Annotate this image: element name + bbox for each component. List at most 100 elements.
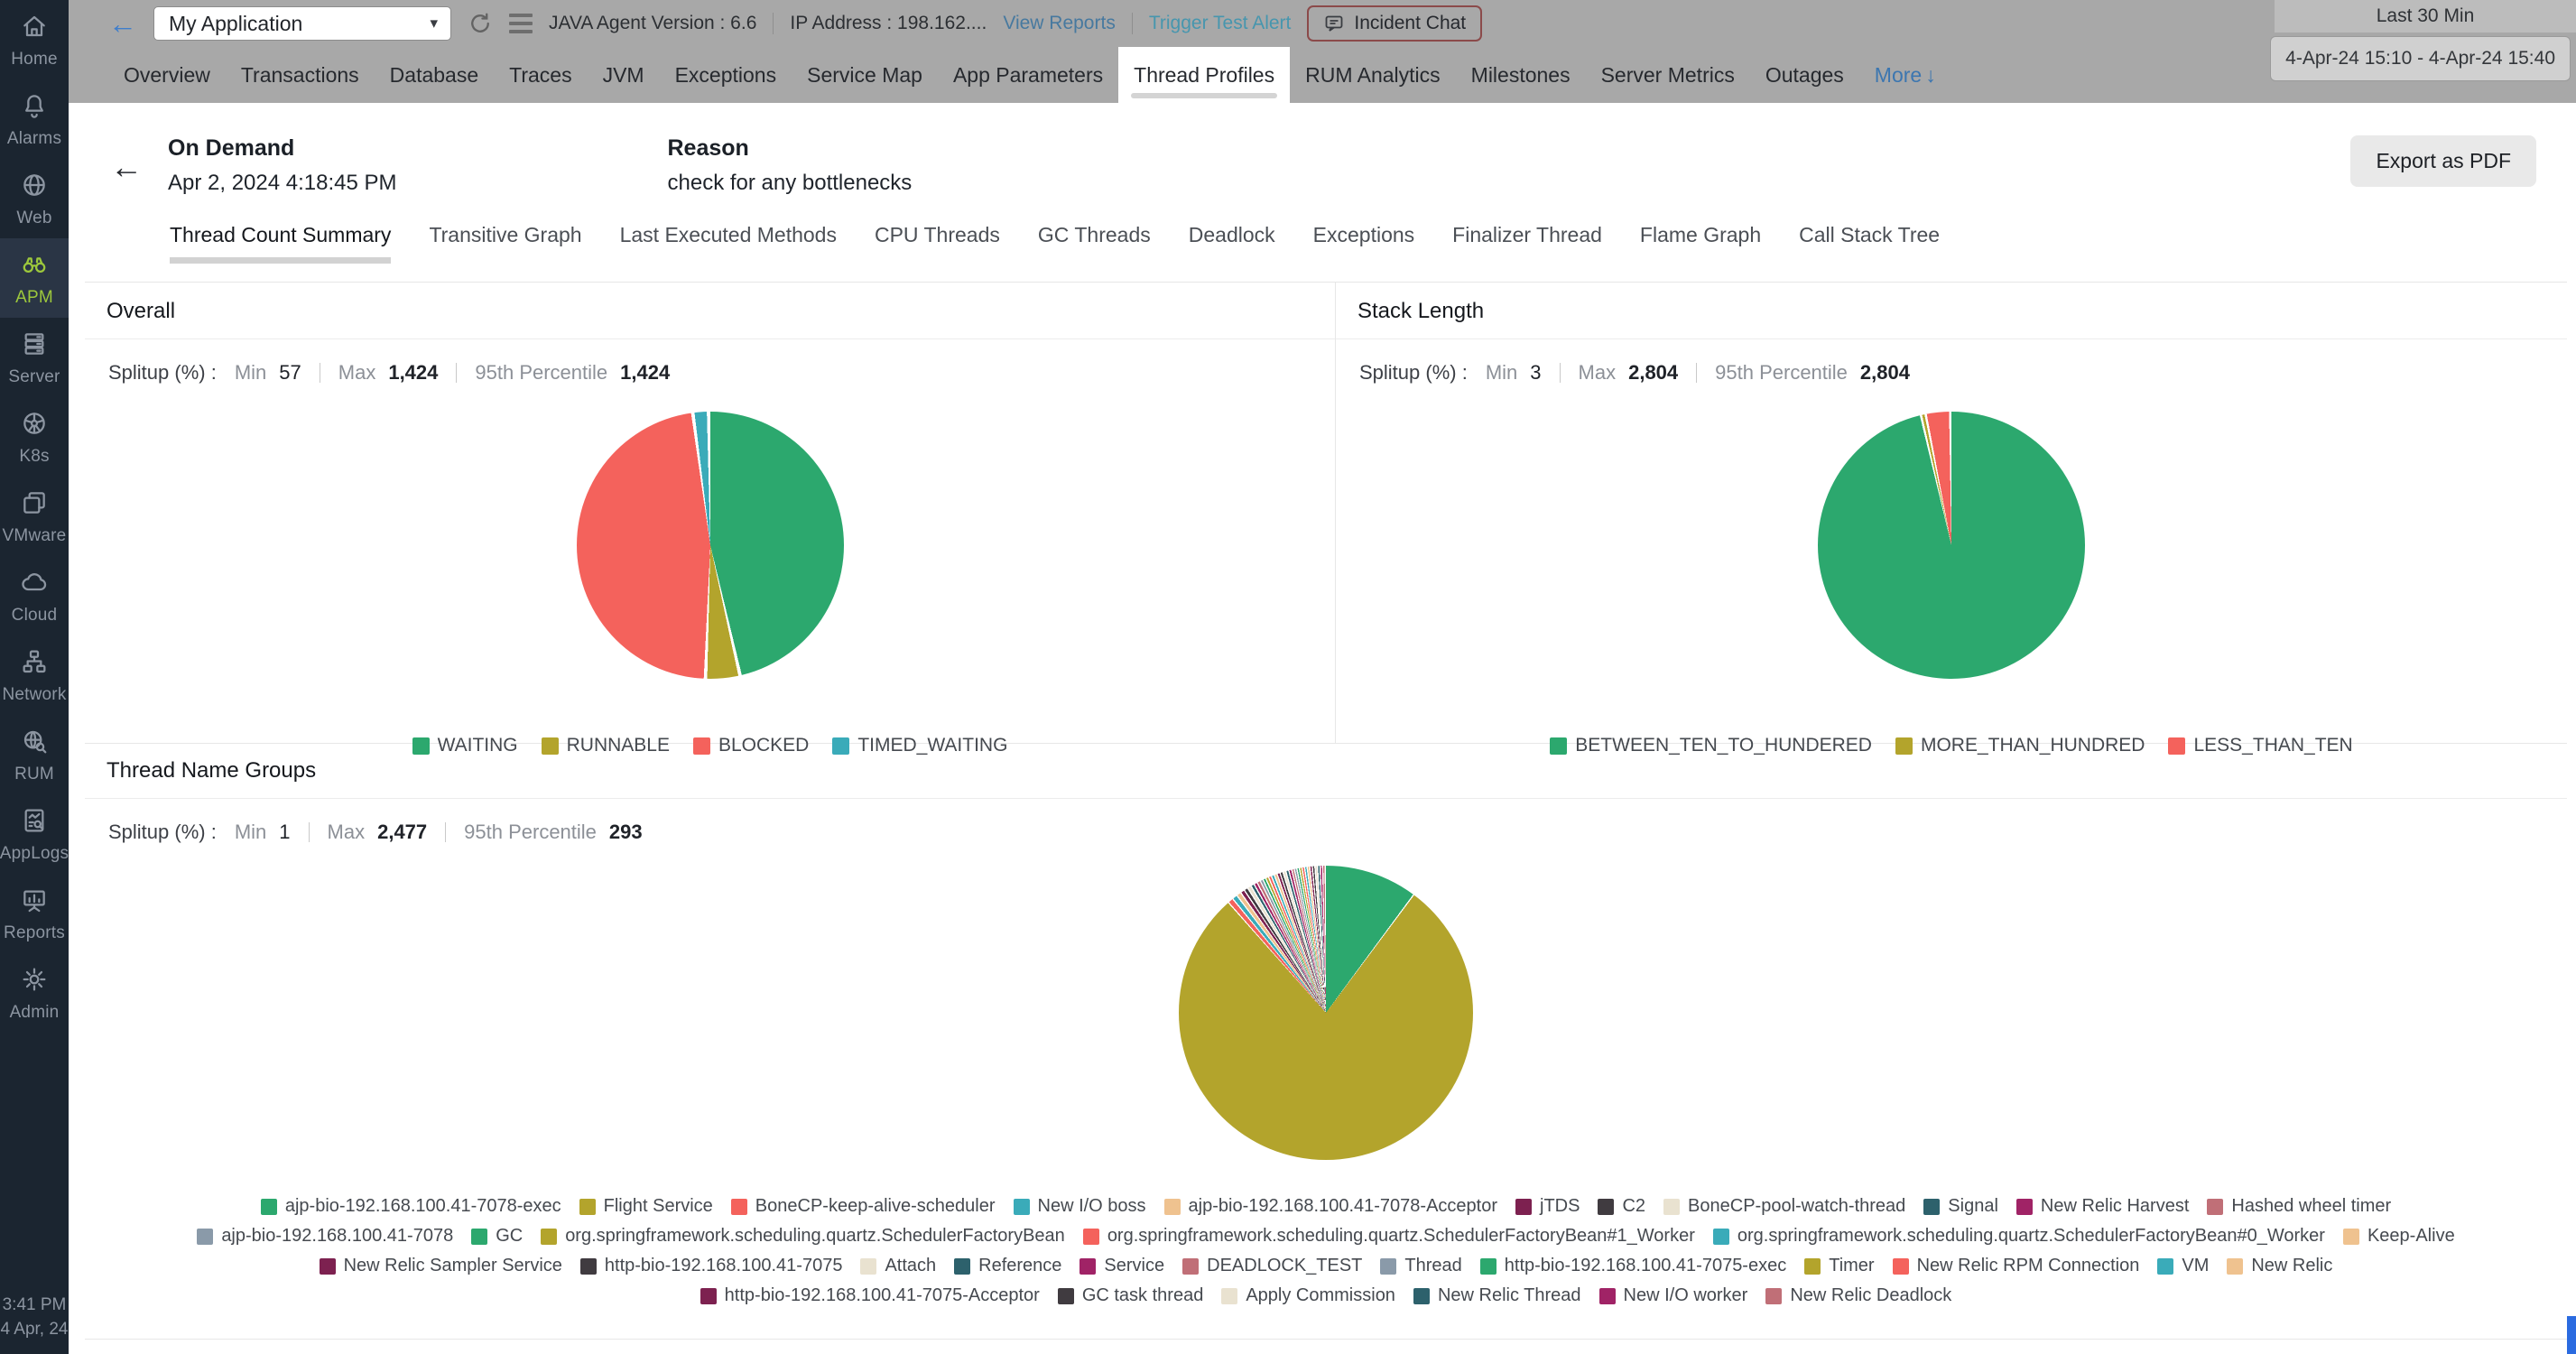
export-pdf-button[interactable]: Export as PDF bbox=[2350, 135, 2536, 187]
legend-item[interactable]: C2 bbox=[1598, 1196, 1645, 1217]
subtab-exceptions[interactable]: Exceptions bbox=[1313, 223, 1415, 264]
subtab-transitive-graph[interactable]: Transitive Graph bbox=[429, 223, 581, 264]
legend-item[interactable]: ajp-bio-192.168.100.41-7078-Acceptor bbox=[1164, 1196, 1497, 1217]
time-range-selector[interactable]: Last 30 Min bbox=[2275, 0, 2576, 32]
trigger-test-alert-link[interactable]: Trigger Test Alert bbox=[1149, 13, 1292, 34]
stack-length-pie-chart[interactable] bbox=[1818, 412, 2085, 679]
legend-item[interactable]: org.springframework.scheduling.quartz.Sc… bbox=[1083, 1226, 1695, 1247]
sidebar-item-apm[interactable]: APM bbox=[0, 238, 69, 318]
legend-item[interactable]: org.springframework.scheduling.quartz.Sc… bbox=[1713, 1226, 2325, 1247]
sidebar-item-reports[interactable]: Reports bbox=[0, 874, 69, 953]
legend-item[interactable]: org.springframework.scheduling.quartz.Sc… bbox=[541, 1226, 1065, 1247]
legend-item[interactable]: GC task thread bbox=[1058, 1285, 1204, 1306]
legend-item[interactable]: BLOCKED bbox=[693, 735, 809, 756]
sidebar-item-home[interactable]: Home bbox=[0, 0, 69, 79]
subtab-thread-count-summary[interactable]: Thread Count Summary bbox=[170, 223, 391, 264]
sidebar-item-cloud[interactable]: Cloud bbox=[0, 556, 69, 635]
legend-item[interactable]: New I/O boss bbox=[1014, 1196, 1146, 1217]
legend-item[interactable]: WAITING bbox=[412, 735, 518, 756]
sidebar-item-web[interactable]: Web bbox=[0, 159, 69, 238]
sidebar-item-rum[interactable]: RUM bbox=[0, 715, 69, 794]
legend-swatch bbox=[860, 1258, 876, 1275]
legend-swatch bbox=[1413, 1288, 1430, 1304]
tab-service-map[interactable]: Service Map bbox=[792, 47, 938, 103]
legend-item[interactable]: http-bio-192.168.100.41-7075-Acceptor bbox=[700, 1285, 1040, 1306]
subtab-finalizer-thread[interactable]: Finalizer Thread bbox=[1452, 223, 1602, 264]
legend-item[interactable]: Flight Service bbox=[579, 1196, 713, 1217]
legend-item[interactable]: BETWEEN_TEN_TO_HUNDERED bbox=[1550, 735, 1872, 756]
overall-pie-chart[interactable] bbox=[577, 412, 844, 679]
tab-exceptions[interactable]: Exceptions bbox=[660, 47, 792, 103]
legend-item[interactable]: New Relic Deadlock bbox=[1765, 1285, 1951, 1306]
legend-item[interactable]: BoneCP-keep-alive-scheduler bbox=[731, 1196, 996, 1217]
legend-item[interactable]: Keep-Alive bbox=[2343, 1226, 2455, 1247]
legend-item[interactable]: jTDS bbox=[1515, 1196, 1580, 1217]
refresh-icon[interactable] bbox=[468, 11, 493, 36]
legend-item[interactable]: Hashed wheel timer bbox=[2207, 1196, 2391, 1217]
legend-item[interactable]: New Relic Sampler Service bbox=[320, 1256, 562, 1276]
tab-traces[interactable]: Traces bbox=[494, 47, 587, 103]
legend-item[interactable]: Signal bbox=[1923, 1196, 1998, 1217]
back-arrow-icon[interactable]: ← bbox=[110, 148, 143, 186]
vertical-scrollbar-thumb[interactable] bbox=[2567, 1316, 2576, 1354]
tab-app-parameters[interactable]: App Parameters bbox=[938, 47, 1118, 103]
incident-chat-button[interactable]: Incident Chat bbox=[1307, 5, 1482, 42]
subtab-flame-graph[interactable]: Flame Graph bbox=[1640, 223, 1761, 264]
sidebar-item-server[interactable]: Server bbox=[0, 318, 69, 397]
back-arrow-icon[interactable]: ← bbox=[108, 9, 137, 38]
sidebar-item-vmware[interactable]: VMware bbox=[0, 477, 69, 556]
sidebar-item-network[interactable]: Network bbox=[0, 635, 69, 715]
tab-more[interactable]: More ↓ bbox=[1859, 47, 1951, 103]
legend-item[interactable]: TIMED_WAITING bbox=[832, 735, 1007, 756]
subtab-deadlock[interactable]: Deadlock bbox=[1189, 223, 1275, 264]
legend-item[interactable]: Service bbox=[1080, 1256, 1164, 1276]
legend-item[interactable]: VM bbox=[2157, 1256, 2209, 1276]
date-range-display[interactable]: 4-Apr-24 15:10 - 4-Apr-24 15:40 bbox=[2270, 36, 2571, 81]
legend-item[interactable]: Timer bbox=[1804, 1256, 1874, 1276]
legend-swatch bbox=[2157, 1258, 2173, 1275]
legend-item[interactable]: New Relic RPM Connection bbox=[1893, 1256, 2140, 1276]
legend-item[interactable]: LESS_THAN_TEN bbox=[2168, 735, 2352, 756]
view-reports-link[interactable]: View Reports bbox=[1003, 13, 1116, 34]
menu-icon[interactable] bbox=[509, 14, 533, 33]
subtab-call-stack-tree[interactable]: Call Stack Tree bbox=[1799, 223, 1940, 264]
page-header: ← On Demand Apr 2, 2024 4:18:45 PM Reaso… bbox=[69, 103, 2576, 223]
tab-database[interactable]: Database bbox=[375, 47, 494, 103]
thread-name-groups-pie-chart[interactable] bbox=[1179, 866, 1473, 1160]
legend-item[interactable]: ajp-bio-192.168.100.41-7078 bbox=[197, 1226, 453, 1247]
legend-item[interactable]: Apply Commission bbox=[1221, 1285, 1395, 1306]
subtab-cpu-threads[interactable]: CPU Threads bbox=[875, 223, 1000, 264]
tab-jvm[interactable]: JVM bbox=[588, 47, 660, 103]
application-selector[interactable]: My Application ▾ bbox=[153, 6, 451, 41]
legend-item[interactable]: New Relic bbox=[2227, 1256, 2332, 1276]
legend-item[interactable]: New Relic Thread bbox=[1413, 1285, 1581, 1306]
legend-item[interactable]: DEADLOCK_TEST bbox=[1182, 1256, 1362, 1276]
tab-milestones[interactable]: Milestones bbox=[1456, 47, 1586, 103]
legend-swatch bbox=[2016, 1199, 2033, 1215]
legend-item[interactable]: RUNNABLE bbox=[542, 735, 670, 756]
tab-transactions[interactable]: Transactions bbox=[226, 47, 375, 103]
legend-item[interactable]: BoneCP-pool-watch-thread bbox=[1663, 1196, 1905, 1217]
tab-rum-analytics[interactable]: RUM Analytics bbox=[1290, 47, 1456, 103]
tab-outages[interactable]: Outages bbox=[1750, 47, 1859, 103]
legend-item[interactable]: New I/O worker bbox=[1599, 1285, 1748, 1306]
network-icon bbox=[20, 647, 49, 681]
legend-item[interactable]: New Relic Harvest bbox=[2016, 1196, 2189, 1217]
sidebar-item-k8s[interactable]: K8s bbox=[0, 397, 69, 477]
tab-thread-profiles[interactable]: Thread Profiles bbox=[1118, 47, 1290, 103]
sidebar-item-alarms[interactable]: Alarms bbox=[0, 79, 69, 159]
tab-overview[interactable]: Overview bbox=[108, 47, 226, 103]
legend-item[interactable]: Thread bbox=[1380, 1256, 1461, 1276]
legend-item[interactable]: http-bio-192.168.100.41-7075 bbox=[580, 1256, 843, 1276]
legend-item[interactable]: http-bio-192.168.100.41-7075-exec bbox=[1480, 1256, 1786, 1276]
subtab-last-executed-methods[interactable]: Last Executed Methods bbox=[620, 223, 837, 264]
sidebar-item-admin[interactable]: Admin bbox=[0, 953, 69, 1033]
legend-item[interactable]: ajp-bio-192.168.100.41-7078-exec bbox=[261, 1196, 561, 1217]
legend-item[interactable]: Reference bbox=[954, 1256, 1061, 1276]
legend-item[interactable]: MORE_THAN_HUNDRED bbox=[1895, 735, 2145, 756]
subtab-gc-threads[interactable]: GC Threads bbox=[1038, 223, 1151, 264]
sidebar-item-applogs[interactable]: AppLogs bbox=[0, 794, 69, 874]
tab-server-metrics[interactable]: Server Metrics bbox=[1586, 47, 1750, 103]
legend-item[interactable]: Attach bbox=[860, 1256, 936, 1276]
legend-item[interactable]: GC bbox=[471, 1226, 523, 1247]
